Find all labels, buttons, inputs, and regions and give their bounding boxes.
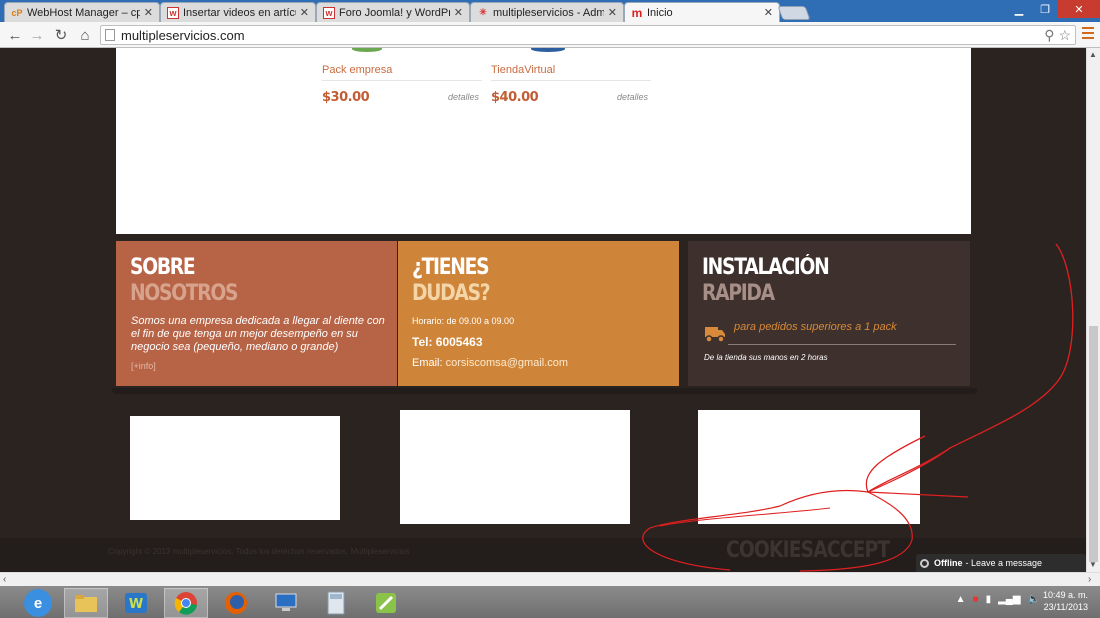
svg-text:W: W xyxy=(129,597,143,612)
clock-time: 10:49 a. m. xyxy=(1042,590,1088,600)
home-icon[interactable]: ⌂ xyxy=(76,26,94,44)
notepad-icon[interactable] xyxy=(364,588,408,618)
tab-strip: cP WebHost Manager – cp80 ✕ w Insertar v… xyxy=(0,0,1100,22)
tab-label: Inicio xyxy=(647,6,673,19)
tab-label: WebHost Manager – cp80 xyxy=(27,6,140,19)
tab-inicio[interactable]: m Inicio ✕ xyxy=(624,2,780,22)
joomla-icon: ✳ xyxy=(479,7,487,17)
scroll-right-icon[interactable]: › xyxy=(1088,574,1091,585)
close-icon[interactable]: ✕ xyxy=(144,6,153,19)
tab-foro-joomla[interactable]: w Foro Joomla! y WordPress ✕ xyxy=(316,2,470,22)
volume-icon[interactable]: 🔈 xyxy=(1028,594,1040,605)
antivirus-icon[interactable]: ■ xyxy=(973,594,979,605)
reload-icon[interactable]: ↻ xyxy=(52,26,70,44)
address-bar[interactable]: multipleservicios.com ⚲ ☆ xyxy=(100,25,1076,45)
w-icon: w xyxy=(323,6,335,19)
windows-taskbar: e W ▲ ■ ▮ ▂▄▆ 🔈 10:49 a. m. 23/11/2013 xyxy=(0,586,1100,618)
chrome-menu-icon[interactable] xyxy=(1082,27,1094,41)
remote-desktop-icon[interactable] xyxy=(264,588,308,618)
scroll-up-icon[interactable]: ▲ xyxy=(1089,50,1097,59)
tab-whm[interactable]: cP WebHost Manager – cp80 ✕ xyxy=(4,2,160,22)
zoom-star-icons[interactable]: ⚲ ☆ xyxy=(1044,27,1071,44)
minimize-icon[interactable]: ▁ xyxy=(1006,0,1032,18)
back-icon[interactable]: ← xyxy=(6,26,24,44)
page-icon xyxy=(105,29,115,41)
page-viewport: Pack empresa $30.00 detalles TiendaVirtu… xyxy=(0,48,1086,572)
cpanel-icon: cP xyxy=(11,7,23,18)
tab-admin[interactable]: ✳ multipleservicios - Admin ✕ xyxy=(470,2,624,22)
clock-date: 23/11/2013 xyxy=(1043,602,1088,612)
explorer-icon[interactable] xyxy=(64,588,108,618)
tab-label: Insertar videos en artículo xyxy=(183,6,296,19)
tab-label: Foro Joomla! y WordPress xyxy=(339,6,450,19)
system-tray: ▲ ■ ▮ ▂▄▆ 🔈 xyxy=(956,594,1040,605)
forward-icon[interactable]: → xyxy=(28,26,46,44)
network-icon[interactable]: ▂▄▆ xyxy=(998,594,1020,605)
vertical-scrollbar[interactable]: ▲ ▼ xyxy=(1086,48,1100,572)
scroll-left-icon[interactable]: ‹ xyxy=(3,574,6,585)
w-icon: w xyxy=(167,6,179,19)
scroll-thumb[interactable] xyxy=(1089,326,1098,562)
url-text: multipleservicios.com xyxy=(121,27,245,43)
scroll-down-icon[interactable]: ▼ xyxy=(1089,560,1097,569)
calculator-icon[interactable] xyxy=(314,588,358,618)
webmatrix-icon[interactable]: W xyxy=(114,588,158,618)
battery-icon[interactable]: ▮ xyxy=(986,594,992,605)
m-icon: m xyxy=(631,5,643,20)
ie-icon[interactable]: e xyxy=(24,589,52,617)
tab-label: multipleservicios - Admin xyxy=(493,6,604,19)
horizontal-scrollbar[interactable]: ‹ › xyxy=(0,572,1100,586)
window-close-icon[interactable]: ✕ xyxy=(1058,0,1100,18)
close-icon[interactable]: ✕ xyxy=(608,6,617,19)
chrome-icon[interactable] xyxy=(164,588,208,618)
close-icon[interactable]: ✕ xyxy=(300,6,309,19)
show-hidden-icons[interactable]: ▲ xyxy=(956,594,966,605)
tab-insertar-videos[interactable]: w Insertar videos en artículo ✕ xyxy=(160,2,316,22)
close-icon[interactable]: ✕ xyxy=(764,6,773,19)
clock[interactable]: 10:49 a. m. 23/11/2013 xyxy=(1043,589,1088,613)
window-controls: ▁ ❐ ✕ xyxy=(1006,0,1100,18)
restore-icon[interactable]: ❐ xyxy=(1032,0,1058,18)
firefox-icon[interactable] xyxy=(214,588,258,618)
close-icon[interactable]: ✕ xyxy=(454,6,463,19)
red-annotation xyxy=(642,243,1074,572)
browser-toolbar: ← → ↻ ⌂ multipleservicios.com ⚲ ☆ xyxy=(0,22,1100,48)
new-tab-button[interactable] xyxy=(777,6,811,20)
